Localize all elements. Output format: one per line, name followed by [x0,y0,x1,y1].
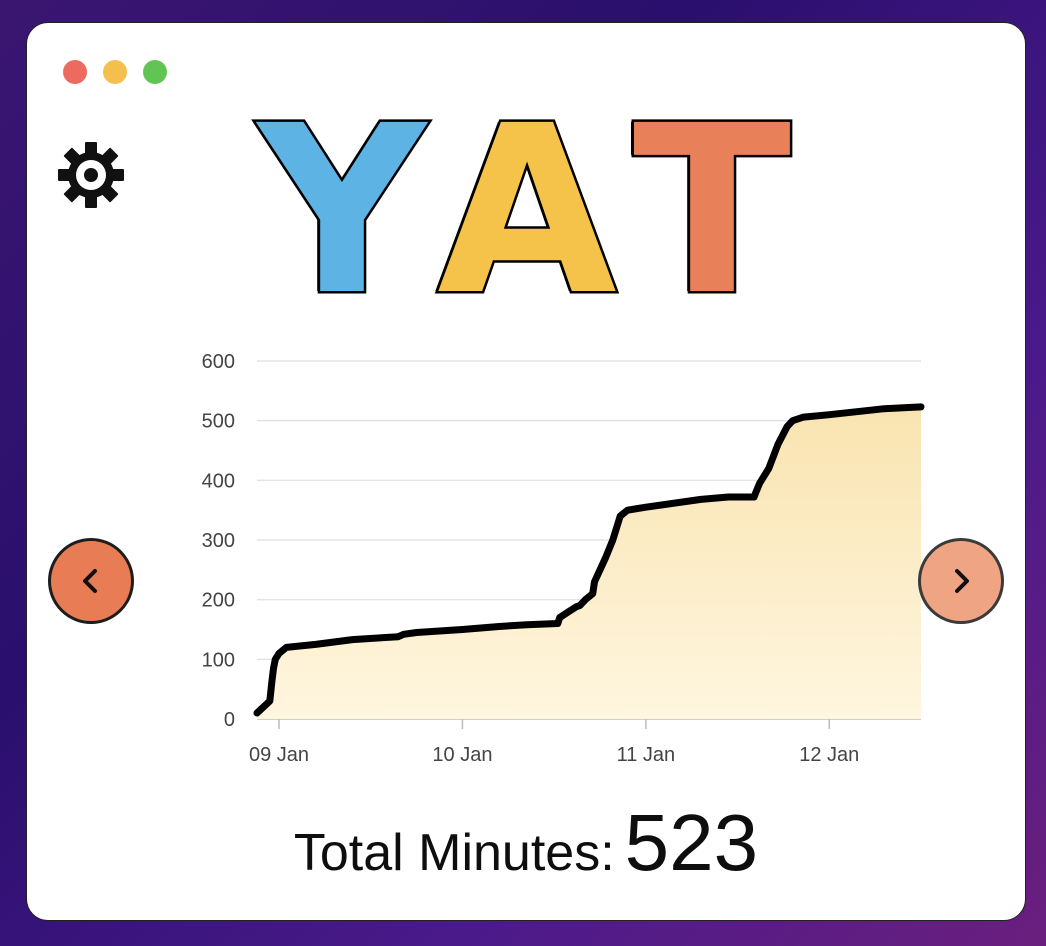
app-logo: YY AA TT [252,115,794,305]
y-tick-label: 500 [202,411,235,433]
window-minimize-button[interactable] [103,60,127,84]
logo-letter: T [633,115,791,305]
cumulative-minutes-chart: 0 100 200 300 400 500 600 09 Jan 10 Jan 11 Jan 12… [202,351,925,766]
window-close-button[interactable] [63,60,87,84]
logo-letters: YY AA TT [252,115,794,305]
app-window: YYAATT 0 100 200 300 400 500 600 09 Jan 10 Jan 1… [26,22,1026,921]
y-tick-label: 400 [202,470,235,492]
chevron-left-icon [83,569,97,593]
y-tick-label: 300 [202,530,235,552]
x-axis: 09 Jan 10 Jan 11 Jan 12 Jan [249,719,859,766]
total-minutes-label: Total Minutes: [293,824,615,882]
y-tick-label: 100 [202,649,235,671]
y-tick-label: 0 [224,709,235,731]
y-tick-label: 600 [202,351,235,373]
total-minutes-value: 523 [624,798,759,887]
chevron-right-icon [955,569,969,593]
chart-area-fill [257,406,921,719]
next-button[interactable] [918,538,1004,624]
x-tick-label: 10 Jan [432,744,492,766]
gear-icon[interactable] [57,141,125,209]
previous-button[interactable] [48,538,134,624]
logo-letter: Y [255,115,429,305]
window-maximize-button[interactable] [143,60,167,84]
logo-letter: A [437,115,617,305]
total-minutes: Total Minutes: 523 [27,797,1025,889]
y-axis: 0 100 200 300 400 500 600 [202,351,235,731]
x-tick-label: 11 Jan [617,744,676,766]
x-tick-label: 12 Jan [799,744,859,766]
y-tick-label: 200 [202,590,235,612]
x-tick-label: 09 Jan [249,744,309,766]
